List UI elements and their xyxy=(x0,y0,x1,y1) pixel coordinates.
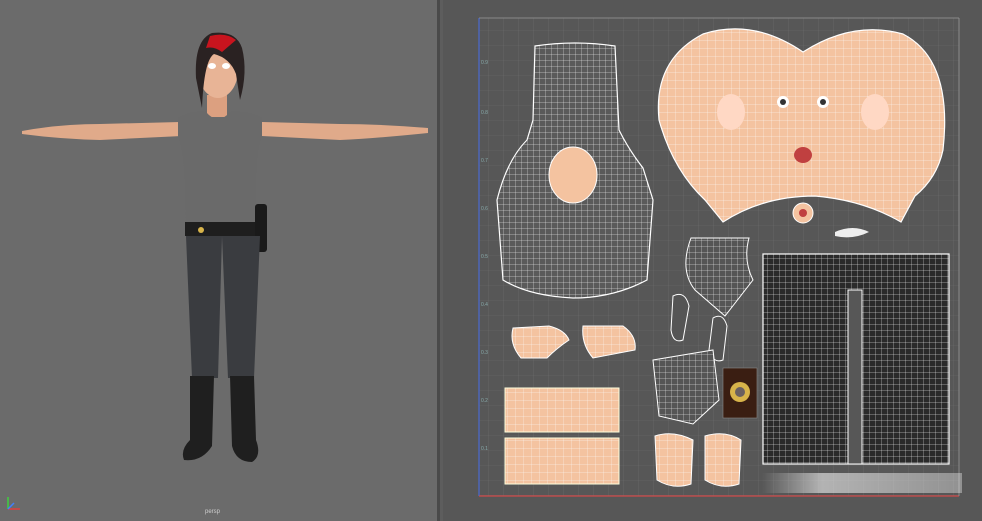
uv-tick-0.3: 0.3 xyxy=(481,350,488,356)
character-model xyxy=(22,32,428,462)
uv-tick-0.9: 0.9 xyxy=(481,60,488,66)
axis-gizmo-icon xyxy=(7,497,20,510)
camera-label: persp xyxy=(205,509,221,515)
uv-tick-0.1: 0.1 xyxy=(481,446,488,452)
uv-tick-0.2: 0.2 xyxy=(481,398,488,404)
uv-tick-0.5: 0.5 xyxy=(481,254,488,260)
watermark-overlay xyxy=(762,473,962,493)
uv-tick-0.7: 0.7 xyxy=(481,158,488,164)
pants-shell xyxy=(762,253,950,465)
uv-tick-0.4: 0.4 xyxy=(481,302,488,308)
uv-canvas xyxy=(478,17,960,497)
badge-shell xyxy=(722,367,758,419)
uv-tick-0.6: 0.6 xyxy=(481,206,488,212)
perspective-viewport[interactable]: persp xyxy=(0,0,440,521)
uv-texture-editor[interactable]: 0.9 0.8 0.7 0.6 0.5 0.4 0.3 0.2 0.1 xyxy=(443,0,982,521)
uv-tick-0.8: 0.8 xyxy=(481,110,488,116)
